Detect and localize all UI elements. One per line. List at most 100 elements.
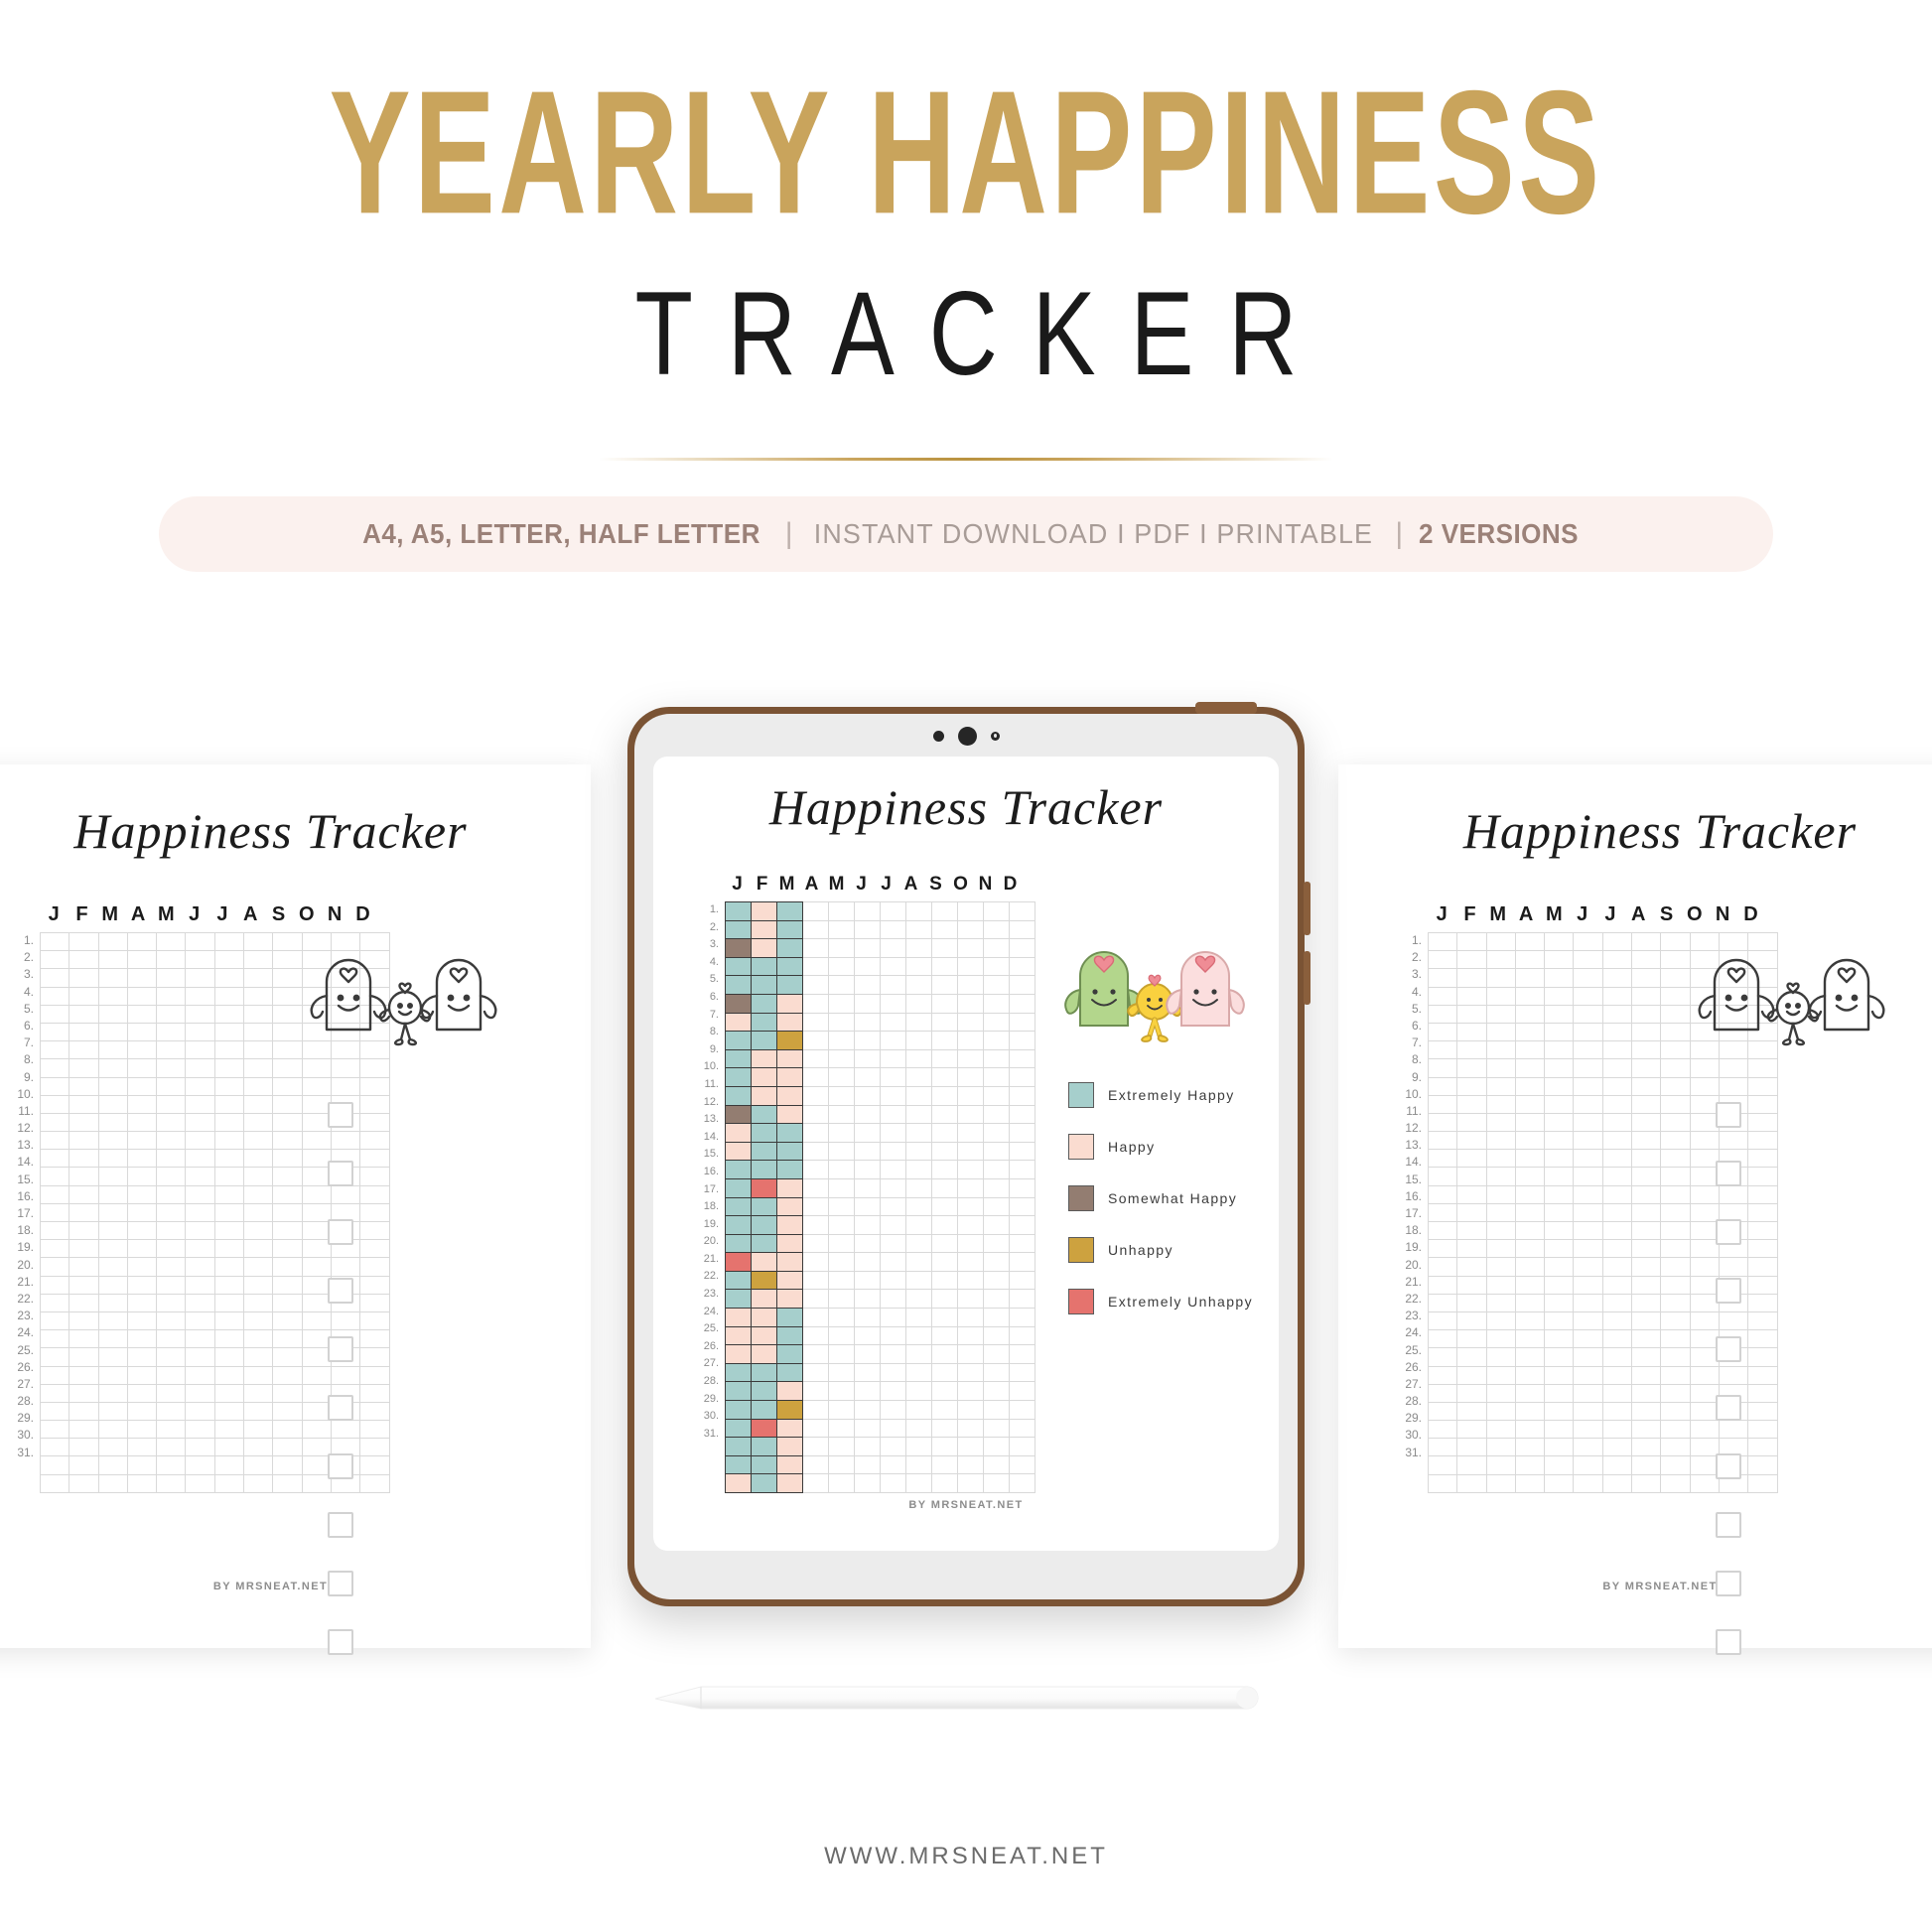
tracker-cell[interactable]: [1456, 1112, 1487, 1133]
tracker-cell[interactable]: [243, 931, 274, 952]
tracker-cell[interactable]: [1660, 1383, 1691, 1403]
tracker-cell[interactable]: [1660, 1420, 1691, 1440]
tracker-cell[interactable]: [1601, 950, 1633, 970]
tracker-cell[interactable]: [243, 1239, 274, 1259]
tracker-cell[interactable]: [126, 1329, 158, 1349]
checkbox-5[interactable]: [1716, 1336, 1741, 1362]
tracker-cell[interactable]: [1456, 1329, 1487, 1349]
tracker-cell-filled-U[interactable]: [776, 1031, 803, 1050]
tracker-cell[interactable]: [828, 1400, 855, 1420]
tablet-volume-up-button[interactable]: [1304, 882, 1311, 935]
tracker-cell[interactable]: [1427, 1257, 1458, 1277]
tracker-cell[interactable]: [828, 1160, 855, 1179]
tracker-cell[interactable]: [1601, 986, 1633, 1006]
tracker-cell[interactable]: [1544, 1257, 1575, 1277]
tracker-cell[interactable]: [1573, 1058, 1603, 1078]
tracker-cell[interactable]: [1514, 986, 1546, 1006]
tracker-cell[interactable]: [931, 938, 958, 958]
tracker-cell[interactable]: [1009, 1177, 1035, 1198]
tracker-cell[interactable]: [957, 1308, 984, 1327]
tracker-cell[interactable]: [957, 1400, 984, 1420]
tracker-cell-filled-EH[interactable]: [725, 1270, 752, 1291]
tracker-cell[interactable]: [1514, 1239, 1546, 1259]
tracker-cell[interactable]: [1544, 1365, 1575, 1385]
tracker-cell[interactable]: [828, 938, 855, 958]
tracker-cell[interactable]: [828, 1048, 855, 1069]
tracker-cell[interactable]: [359, 1365, 390, 1385]
tracker-cell-filled-H[interactable]: [751, 1308, 777, 1327]
tracker-cell-filled-EH[interactable]: [751, 1362, 777, 1383]
tracker-cell[interactable]: [185, 1112, 215, 1133]
tracker-cell[interactable]: [97, 1004, 128, 1024]
tracker-cell[interactable]: [69, 1347, 99, 1367]
tracker-cell[interactable]: [931, 1437, 958, 1456]
tracker-cell[interactable]: [983, 1233, 1010, 1254]
tracker-cell[interactable]: [1631, 1167, 1662, 1186]
tracker-cell[interactable]: [185, 1220, 215, 1241]
tracker-cell[interactable]: [126, 1455, 158, 1475]
tracker-cell[interactable]: [854, 975, 881, 995]
tracker-cell[interactable]: [1427, 1149, 1458, 1169]
tracker-cell[interactable]: [1631, 931, 1662, 952]
tracker-cell[interactable]: [1573, 1311, 1603, 1331]
tracker-cell[interactable]: [1485, 1094, 1516, 1114]
tracker-cell[interactable]: [880, 1031, 906, 1050]
tracker-cell[interactable]: [1573, 968, 1603, 988]
tracker-cell[interactable]: [126, 1383, 158, 1403]
tracker-cell[interactable]: [126, 1004, 158, 1024]
tracker-cell[interactable]: [1573, 1257, 1603, 1277]
tracker-cell[interactable]: [213, 1275, 245, 1295]
tracker-cell[interactable]: [880, 1085, 906, 1106]
tracker-cell[interactable]: [931, 1454, 958, 1475]
tracker-cell[interactable]: [156, 1293, 187, 1312]
tracker-cell[interactable]: [957, 1141, 984, 1162]
tracker-cell[interactable]: [1009, 1289, 1035, 1310]
tracker-cell[interactable]: [854, 1048, 881, 1069]
checkbox-1[interactable]: [328, 1102, 353, 1128]
tracker-cell[interactable]: [1485, 1149, 1516, 1169]
tracker-cell[interactable]: [185, 1022, 215, 1042]
tracker-cell[interactable]: [1573, 1040, 1603, 1060]
tracker-cell[interactable]: [905, 1437, 932, 1456]
tracker-cell[interactable]: [1747, 1383, 1778, 1403]
tracker-cell[interactable]: [983, 1325, 1010, 1346]
tracker-cell[interactable]: [1631, 1455, 1662, 1475]
tracker-cell[interactable]: [213, 1022, 245, 1042]
tracker-cell[interactable]: [156, 931, 187, 952]
tracker-cell[interactable]: [126, 1420, 158, 1440]
tracker-cell[interactable]: [880, 1196, 906, 1217]
tracker-cell[interactable]: [1660, 1329, 1691, 1349]
tracker-cell[interactable]: [1485, 1329, 1516, 1349]
tracker-cell[interactable]: [1601, 1058, 1633, 1078]
tracker-cell[interactable]: [931, 1270, 958, 1291]
tracker-cell[interactable]: [272, 1401, 303, 1422]
tracker-cell[interactable]: [880, 1362, 906, 1383]
tracker-cell[interactable]: [931, 1233, 958, 1254]
tracker-cell[interactable]: [880, 1252, 906, 1272]
tracker-cell[interactable]: [983, 1381, 1010, 1402]
tracker-cell[interactable]: [272, 1131, 303, 1151]
tracker-cell[interactable]: [1427, 1401, 1458, 1422]
tracker-cell[interactable]: [359, 1149, 390, 1169]
tracker-cell[interactable]: [69, 950, 99, 970]
tracker-cell[interactable]: [1009, 1400, 1035, 1420]
tracker-cell[interactable]: [1601, 1220, 1633, 1241]
tracker-cell[interactable]: [156, 1167, 187, 1186]
tracker-cell[interactable]: [802, 1381, 829, 1402]
tracker-cell[interactable]: [359, 1401, 390, 1422]
tracker-cell[interactable]: [1660, 1149, 1691, 1169]
tracker-cell-filled-EH[interactable]: [776, 1123, 803, 1143]
tracker-cell[interactable]: [1485, 1239, 1516, 1259]
tracker-cell[interactable]: [1573, 931, 1603, 952]
tracker-cell[interactable]: [185, 1383, 215, 1403]
tracker-cell[interactable]: [359, 1257, 390, 1277]
tracker-cell[interactable]: [243, 1131, 274, 1151]
tracker-cell[interactable]: [39, 1202, 70, 1223]
tracker-cell[interactable]: [828, 1362, 855, 1383]
tracker-cell[interactable]: [1514, 968, 1546, 988]
tracker-cell[interactable]: [1427, 1239, 1458, 1259]
tracker-cell[interactable]: [39, 1438, 70, 1457]
tracker-cell[interactable]: [1427, 1167, 1458, 1186]
tracker-cell[interactable]: [156, 1040, 187, 1060]
tracker-cell[interactable]: [126, 950, 158, 970]
